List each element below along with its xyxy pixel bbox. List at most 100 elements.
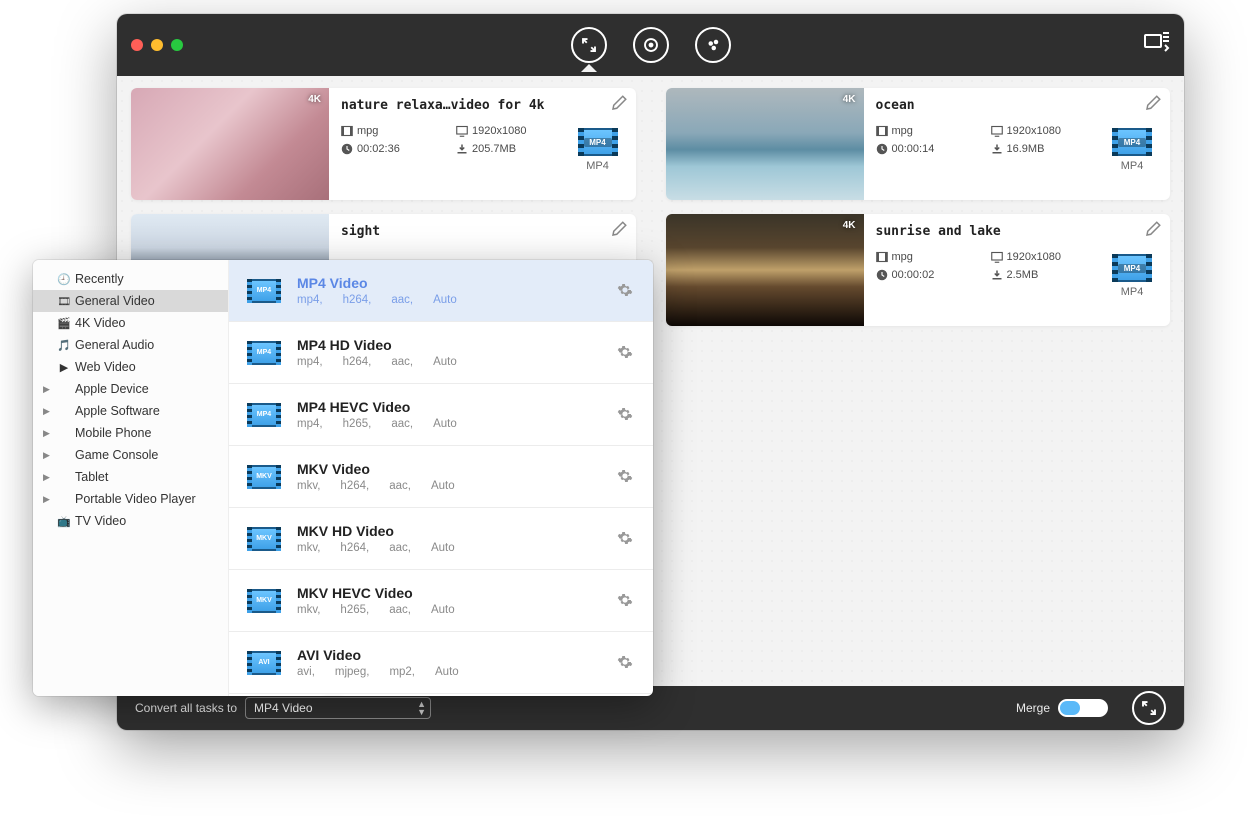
4k-icon: 🎬 [57, 316, 71, 330]
format-title: MP4 HEVC Video [297, 399, 601, 415]
format-item[interactable]: MKV MKV HEVC Video mkv,h265,aac,Auto [229, 570, 653, 632]
category-label: Apple Software [75, 404, 160, 418]
category-item[interactable]: 🕘 Recently [33, 268, 228, 290]
category-label: Recently [75, 272, 124, 286]
video-resolution: 1920x1080 [991, 251, 1091, 263]
format-list: MP4 MP4 Video mp4,h264,aac,Auto MP4 MP4 … [229, 260, 653, 696]
output-format-select[interactable]: MP4 Video ▲▼ [245, 697, 431, 719]
video-thumbnail[interactable]: 4K [666, 88, 864, 200]
category-item[interactable]: ▶Tablet [33, 466, 228, 488]
format-sub: mp4,h265,aac,Auto [297, 418, 601, 430]
zoom-icon[interactable] [171, 39, 183, 51]
video-card[interactable]: 4K sunrise and lake mpg 1920x1080 00:00:… [666, 214, 1171, 326]
category-item[interactable]: ▶Apple Software [33, 400, 228, 422]
badge-4k: 4K [308, 94, 321, 105]
category-label: Web Video [75, 360, 136, 374]
video-title: sight [341, 224, 624, 239]
video-title: nature relaxa…video for 4k [341, 98, 624, 113]
category-item[interactable]: ▶Portable Video Player [33, 488, 228, 510]
gear-icon[interactable] [617, 344, 635, 362]
video-thumbnail[interactable]: 4K [666, 214, 864, 326]
category-item[interactable]: 🎵General Audio [33, 334, 228, 356]
gear-icon[interactable] [617, 282, 635, 300]
convert-all-label: Convert all tasks to [135, 701, 237, 715]
video-duration: 00:00:14 [876, 143, 961, 155]
format-item[interactable]: MP4 MP4 Video mp4,h264,aac,Auto [229, 260, 653, 322]
category-label: Tablet [75, 470, 108, 484]
format-icon: MP4 [247, 279, 281, 303]
output-format-button[interactable]: MP4 MP4 [574, 128, 622, 172]
format-title: MKV HEVC Video [297, 585, 601, 601]
video-thumbnail[interactable]: 4K [131, 88, 329, 200]
format-icon: MKV [247, 589, 281, 613]
format-item[interactable]: AVI AVI Video avi,mjpeg,mp2,Auto [229, 632, 653, 694]
format-sub: mp4,h264,aac,Auto [297, 356, 601, 368]
gear-icon[interactable] [617, 654, 635, 672]
format-icon: MP4 [247, 341, 281, 365]
category-item[interactable]: ▶Apple Device [33, 378, 228, 400]
window-controls [131, 39, 183, 51]
category-item[interactable]: ▶Web Video [33, 356, 228, 378]
badge-4k: 4K [843, 220, 856, 231]
category-item[interactable]: 🎞General Video [33, 290, 228, 312]
download-tab-icon[interactable] [695, 27, 731, 63]
category-label: Game Console [75, 448, 158, 462]
edit-icon[interactable] [610, 94, 628, 112]
edit-icon[interactable] [1144, 220, 1162, 238]
format-title: MP4 HD Video [297, 337, 601, 353]
video-card[interactable]: 4K nature relaxa…video for 4k mpg 1920x1… [131, 88, 636, 200]
convert-button[interactable] [1132, 691, 1166, 725]
format-sub: mkv,h264,aac,Auto [297, 480, 601, 492]
format-icon: MKV [247, 465, 281, 489]
tv-icon: 📺 [57, 514, 71, 528]
gear-icon[interactable] [617, 468, 635, 486]
video-size: 2.5MB [991, 269, 1091, 281]
output-format-button[interactable]: MP4 MP4 [1108, 128, 1156, 172]
category-list: 🕘 Recently 🎞General Video🎬4K Video🎵General… [33, 260, 229, 696]
convert-tab-icon[interactable] [571, 27, 607, 63]
titlebar [117, 14, 1184, 76]
clock-icon: 🕘 [57, 272, 71, 286]
category-item[interactable]: ▶Mobile Phone [33, 422, 228, 444]
format-sub: mkv,h264,aac,Auto [297, 542, 601, 554]
merge-label: Merge [1016, 701, 1050, 715]
video-title: ocean [876, 98, 1159, 113]
category-label: Mobile Phone [75, 426, 151, 440]
edit-icon[interactable] [610, 220, 628, 238]
gear-icon[interactable] [617, 592, 635, 610]
video-resolution: 1920x1080 [456, 125, 556, 137]
category-item[interactable]: ▶Game Console [33, 444, 228, 466]
badge-4k: 4K [843, 94, 856, 105]
format-item[interactable]: MP4 MP4 HD Video mp4,h264,aac,Auto [229, 322, 653, 384]
audio-icon: 🎵 [57, 338, 71, 352]
media-library-icon[interactable] [1144, 32, 1170, 59]
format-item[interactable]: MP4 MP4 HEVC Video mp4,h265,aac,Auto [229, 384, 653, 446]
video-duration: 00:00:02 [876, 269, 961, 281]
format-title: MKV Video [297, 461, 601, 477]
format-title: MP4 Video [297, 275, 601, 291]
video-size: 205.7MB [456, 143, 556, 155]
output-format-button[interactable]: MP4 MP4 [1108, 254, 1156, 298]
edit-icon[interactable] [1144, 94, 1162, 112]
category-item[interactable]: 📺TV Video [33, 510, 228, 532]
format-item[interactable]: MKV MKV HD Video mkv,h264,aac,Auto [229, 508, 653, 570]
format-icon: AVI [247, 651, 281, 675]
format-sub: mkv,h265,aac,Auto [297, 604, 601, 616]
category-item[interactable]: 🎬4K Video [33, 312, 228, 334]
format-title: AVI Video [297, 647, 601, 663]
video-format: mpg [876, 125, 961, 137]
video-format: mpg [876, 251, 961, 263]
minimize-icon[interactable] [151, 39, 163, 51]
gear-icon[interactable] [617, 530, 635, 548]
video-icon: 🎞 [57, 294, 71, 308]
format-item[interactable]: MKV MKV Video mkv,h264,aac,Auto [229, 446, 653, 508]
video-title: sunrise and lake [876, 224, 1159, 239]
format-chooser-popover: 🕘 Recently 🎞General Video🎬4K Video🎵General… [33, 260, 653, 696]
merge-toggle[interactable] [1058, 699, 1108, 717]
category-label: Portable Video Player [75, 492, 196, 506]
category-label: Apple Device [75, 382, 149, 396]
close-icon[interactable] [131, 39, 143, 51]
video-card[interactable]: 4K ocean mpg 1920x1080 00:00:14 16.9MB M… [666, 88, 1171, 200]
gear-icon[interactable] [617, 406, 635, 424]
disc-tab-icon[interactable] [633, 27, 669, 63]
